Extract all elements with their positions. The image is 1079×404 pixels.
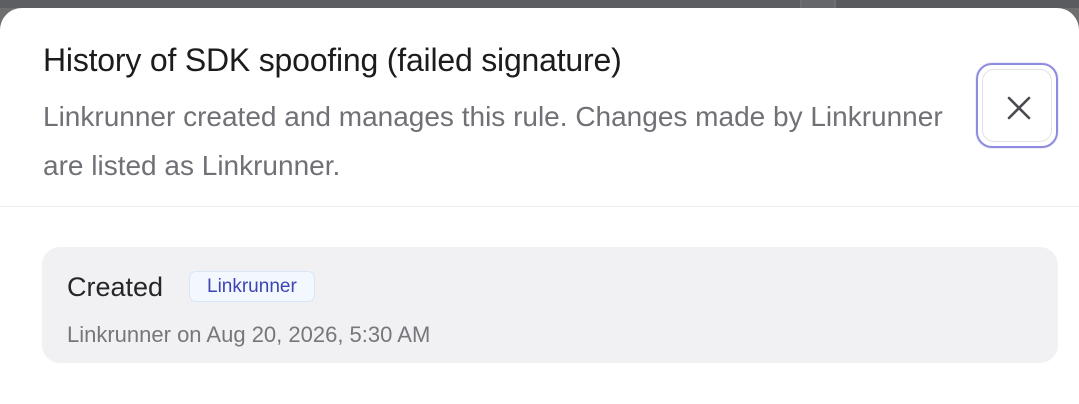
- backdrop-strip: [836, 0, 1079, 8]
- dialog-subtitle: Linkrunner created and manages this rule…: [43, 101, 943, 181]
- backdrop-strip: [0, 0, 800, 8]
- backdrop-strip: [802, 0, 834, 8]
- close-icon: [1007, 96, 1031, 120]
- dialog-header: History of SDK spoofing (failed signatur…: [0, 8, 1079, 207]
- history-event-meta: Linkrunner on Aug 20, 2026, 5:30 AM: [67, 322, 431, 347]
- close-button[interactable]: [976, 63, 1058, 148]
- history-dialog: History of SDK spoofing (failed signatur…: [0, 8, 1079, 404]
- dialog-title: History of SDK spoofing (failed signatur…: [43, 42, 622, 78]
- history-entry: Created Linkrunner Linkrunner on Aug 20,…: [42, 247, 1058, 363]
- actor-badge: Linkrunner: [189, 271, 315, 302]
- history-event-label: Created: [67, 272, 164, 302]
